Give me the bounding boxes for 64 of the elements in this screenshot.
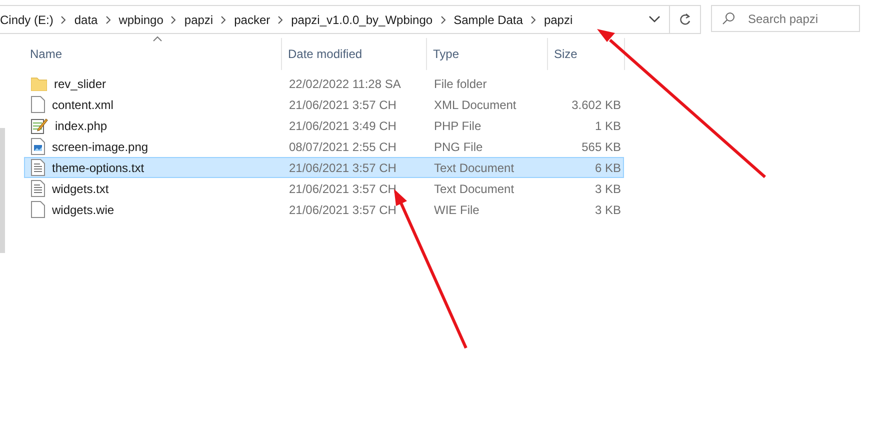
address-bar[interactable]: Cindy (E:) data wpbingo papzi packer papzi_v1.0.0_by_Wpbingo Sample Data papzi xyxy=(0,5,701,34)
date-modified: 21/06/2021 3:49 CH xyxy=(289,118,396,132)
chevron-right-icon xyxy=(221,16,226,24)
file-icon xyxy=(31,201,45,218)
date-modified: 21/06/2021 3:57 CH xyxy=(289,202,396,216)
folder-icon xyxy=(31,76,47,90)
file-type: XML Document xyxy=(434,98,516,112)
file-icon xyxy=(31,96,45,113)
chevron-right-icon xyxy=(171,16,176,24)
file-name: index.php xyxy=(55,118,108,132)
text-file-icon xyxy=(31,159,45,176)
date-modified: 08/07/2021 2:55 CH xyxy=(289,140,396,154)
chevron-down-icon[interactable] xyxy=(648,16,660,23)
file-size: 1 KB xyxy=(594,118,621,132)
file-name: widgets.wie xyxy=(52,202,114,216)
file-size: 3.602 KB xyxy=(572,98,621,112)
chevron-right-icon xyxy=(530,16,536,24)
file-size: 565 KB xyxy=(582,140,621,154)
refresh-icon[interactable] xyxy=(679,13,691,26)
breadcrumb-item[interactable]: data xyxy=(74,12,98,26)
search-field[interactable]: Search papzi xyxy=(711,5,860,32)
text-file-icon xyxy=(31,180,45,197)
column-header[interactable]: Name xyxy=(24,38,282,70)
file-type: File folder xyxy=(434,76,487,90)
file-type: PHP File xyxy=(434,118,482,132)
file-row[interactable]: rev_slider 22/02/2022 11:28 SA File folder xyxy=(24,73,624,94)
chevron-right-icon xyxy=(61,16,66,24)
sort-caret-icon xyxy=(152,36,162,42)
notepad-pencil-icon xyxy=(31,117,48,134)
breadcrumb-item[interactable]: papzi xyxy=(544,12,573,26)
image-file-icon xyxy=(31,138,45,155)
date-modified: 21/06/2021 3:57 CH xyxy=(289,98,396,112)
breadcrumb-item[interactable]: papzi xyxy=(184,12,214,26)
breadcrumb-item[interactable]: Sample Data xyxy=(454,12,523,26)
breadcrumb-item[interactable]: wpbingo xyxy=(118,12,164,26)
file-type: PNG File xyxy=(434,140,483,154)
chevron-right-icon xyxy=(440,16,446,24)
file-name: theme-options.txt xyxy=(52,160,144,174)
column-header[interactable]: Date modified xyxy=(282,38,427,70)
file-row[interactable]: content.xml 21/06/2021 3:57 CH XML Document 3.602 KB xyxy=(24,94,624,115)
breadcrumb-item[interactable]: papzi_v1.0.0_by_Wpbingo xyxy=(291,12,433,26)
chevron-right-icon xyxy=(106,16,111,24)
file-size: 3 KB xyxy=(594,202,621,216)
breadcrumb-item[interactable]: Cindy (E:) xyxy=(0,12,54,26)
date-modified: 21/06/2021 3:57 CH xyxy=(289,160,396,174)
chevron-right-icon xyxy=(278,16,284,24)
breadcrumb-item[interactable]: packer xyxy=(234,12,270,26)
file-row[interactable]: index.php 21/06/2021 3:49 CH PHP File 1 KB xyxy=(24,115,624,136)
file-row[interactable]: widgets.wie 21/06/2021 3:57 CH WIE File 3 KB xyxy=(24,199,624,220)
file-size: 3 KB xyxy=(594,182,621,196)
file-name: rev_slider xyxy=(54,76,106,90)
file-size: 6 KB xyxy=(594,160,621,174)
file-type: Text Document xyxy=(434,182,514,196)
scrollbar[interactable] xyxy=(0,128,5,253)
column-header[interactable]: Type xyxy=(427,38,548,70)
date-modified: 22/02/2022 11:28 SA xyxy=(289,76,401,90)
file-name: content.xml xyxy=(52,98,114,112)
search-icon xyxy=(722,12,735,25)
file-name: widgets.txt xyxy=(52,182,109,196)
file-row[interactable]: screen-image.png 08/07/2021 2:55 CH PNG File 565 KB xyxy=(24,136,624,157)
file-type: Text Document xyxy=(434,160,514,174)
file-row[interactable]: theme-options.txt 21/06/2021 3:57 CH Text Document 6 KB xyxy=(24,157,624,178)
file-type: WIE File xyxy=(434,202,480,216)
file-name: screen-image.png xyxy=(52,140,148,154)
